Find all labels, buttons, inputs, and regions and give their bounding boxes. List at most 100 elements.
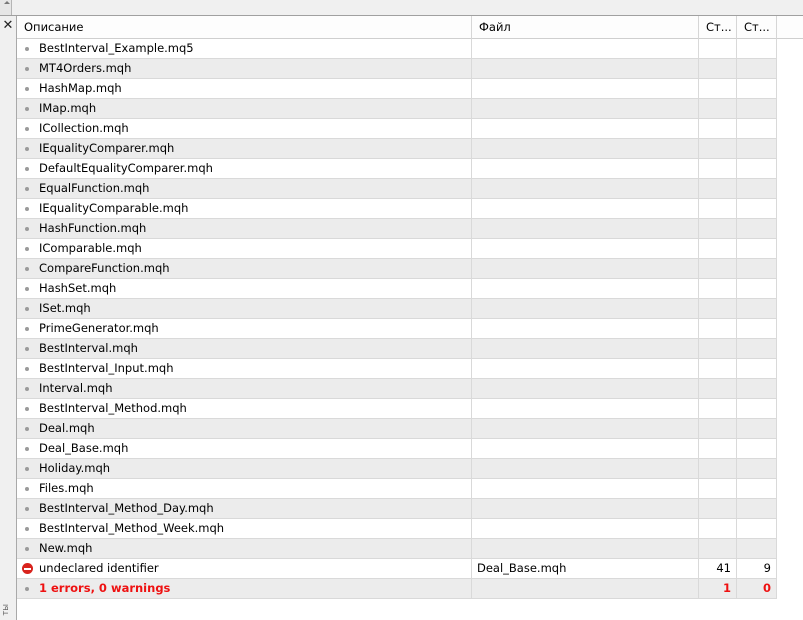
cell-line [699, 39, 737, 58]
table-row[interactable]: BestInterval_Example.mq5 [17, 39, 777, 59]
cell-file [472, 199, 699, 218]
table-row[interactable]: CompareFunction.mqh [17, 259, 777, 279]
cell-line [699, 59, 737, 78]
table-row[interactable]: Holiday.mqh [17, 459, 777, 479]
cell-line: 1 [699, 579, 737, 598]
cell-description: IMap.mqh [17, 99, 472, 118]
cell-line [699, 99, 737, 118]
cell-file [472, 279, 699, 298]
summary-row[interactable]: 1 errors, 0 warnings 1 0 [17, 579, 777, 599]
table-row[interactable]: EqualFunction.mqh [17, 179, 777, 199]
cell-description: BestInterval_Method_Week.mqh [17, 519, 472, 538]
cell-description: HashMap.mqh [17, 79, 472, 98]
column-header-file[interactable]: Файл [472, 16, 699, 39]
cell-line [699, 439, 737, 458]
table-row[interactable]: HashFunction.mqh [17, 219, 777, 239]
cell-line [699, 279, 737, 298]
table-row[interactable]: Files.mqh [17, 479, 777, 499]
cell-line [699, 299, 737, 318]
table-row[interactable]: HashSet.mqh [17, 279, 777, 299]
cell-file [472, 259, 699, 278]
table-row[interactable]: ISet.mqh [17, 299, 777, 319]
cell-file [472, 139, 699, 158]
cell-file [472, 439, 699, 458]
cell-column [737, 319, 777, 338]
table-row[interactable]: Deal_Base.mqh [17, 439, 777, 459]
cell-file [472, 419, 699, 438]
cell-line [699, 79, 737, 98]
table-row[interactable]: HashMap.mqh [17, 79, 777, 99]
cell-description: BestInterval_Example.mq5 [17, 39, 472, 58]
close-icon[interactable]: ✕ [2, 19, 14, 33]
table-row[interactable]: BestInterval_Method.mqh [17, 399, 777, 419]
cell-description: IComparable.mqh [17, 239, 472, 258]
table-row[interactable]: PrimeGenerator.mqh [17, 319, 777, 339]
error-row[interactable]: undeclared identifier Deal_Base.mqh 41 9 [17, 559, 777, 579]
cell-file [472, 499, 699, 518]
cell-line [699, 159, 737, 178]
cell-file [472, 299, 699, 318]
table-row[interactable]: BestInterval_Input.mqh [17, 359, 777, 379]
cell-line [699, 539, 737, 558]
column-header-description[interactable]: Описание [17, 16, 472, 39]
table-row[interactable]: IEqualityComparer.mqh [17, 139, 777, 159]
cell-file [472, 99, 699, 118]
cell-file [472, 179, 699, 198]
cell-column [737, 119, 777, 138]
cell-column [737, 519, 777, 538]
table-row[interactable]: MT4Orders.mqh [17, 59, 777, 79]
cell-column [737, 479, 777, 498]
table-row[interactable]: Interval.mqh [17, 379, 777, 399]
table-row[interactable]: BestInterval_Method_Day.mqh [17, 499, 777, 519]
cell-file: Deal_Base.mqh [472, 559, 699, 578]
cell-column [737, 259, 777, 278]
table-row[interactable]: New.mqh [17, 539, 777, 559]
table-row[interactable]: Deal.mqh [17, 419, 777, 439]
cell-column [737, 359, 777, 378]
cell-description: undeclared identifier [17, 559, 472, 578]
table-row[interactable]: IComparable.mqh [17, 239, 777, 259]
cell-file [472, 519, 699, 538]
table-body: BestInterval_Example.mq5 MT4Orders.mqh Has… [17, 39, 777, 599]
cell-line [699, 179, 737, 198]
cell-file [472, 539, 699, 558]
top-scrollbar[interactable] [0, 0, 803, 16]
cell-column [737, 539, 777, 558]
table-row[interactable]: BestInterval.mqh [17, 339, 777, 359]
cell-line [699, 259, 737, 278]
table-row[interactable]: ICollection.mqh [17, 119, 777, 139]
scroll-up-arrow-icon[interactable] [0, 0, 12, 15]
cell-description: BestInterval.mqh [17, 339, 472, 358]
cell-description: Holiday.mqh [17, 459, 472, 478]
cell-column [737, 339, 777, 358]
table-row[interactable]: IEqualityComparable.mqh [17, 199, 777, 219]
cell-line [699, 359, 737, 378]
cell-description: CompareFunction.mqh [17, 259, 472, 278]
cell-description: 1 errors, 0 warnings [17, 579, 472, 598]
cell-file [472, 579, 699, 598]
cell-column [737, 459, 777, 478]
cell-file [472, 39, 699, 58]
cell-line [699, 399, 737, 418]
cell-file [472, 359, 699, 378]
cell-line [699, 379, 737, 398]
cell-file [472, 379, 699, 398]
cell-description: Files.mqh [17, 479, 472, 498]
table-row[interactable]: BestInterval_Method_Week.mqh [17, 519, 777, 539]
table-row[interactable]: DefaultEqualityComparer.mqh [17, 159, 777, 179]
table-row[interactable]: IMap.mqh [17, 99, 777, 119]
cell-column [737, 499, 777, 518]
cell-file [472, 219, 699, 238]
cell-file [472, 59, 699, 78]
cell-line [699, 239, 737, 258]
column-header-line[interactable]: Ст... [699, 16, 737, 39]
cell-column [737, 299, 777, 318]
cell-line [699, 459, 737, 478]
cell-description: BestInterval_Method_Day.mqh [17, 499, 472, 518]
cell-line [699, 139, 737, 158]
cell-line [699, 519, 737, 538]
toolbox-side-panel: ✕ ты [0, 16, 17, 620]
cell-column [737, 79, 777, 98]
column-header-column[interactable]: Ст... [737, 16, 777, 39]
cell-line [699, 219, 737, 238]
